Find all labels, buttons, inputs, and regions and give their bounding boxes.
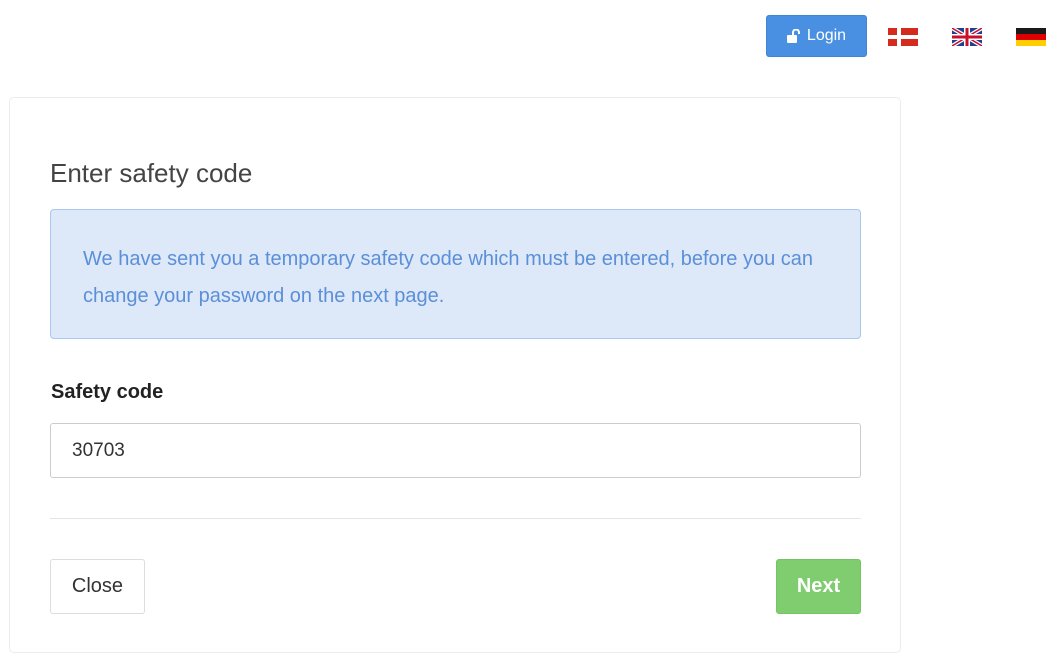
login-label: Login bbox=[806, 27, 847, 44]
unlock-icon bbox=[786, 29, 801, 43]
top-bar: Login bbox=[0, 15, 1049, 57]
flag-germany-icon[interactable] bbox=[1016, 28, 1046, 46]
info-alert: We have sent you a temporary safety code… bbox=[50, 209, 861, 339]
safety-code-label: Safety code bbox=[51, 381, 164, 403]
page-title: Enter safety code bbox=[50, 158, 253, 188]
login-button[interactable]: Login bbox=[766, 15, 867, 57]
close-button[interactable]: Close bbox=[50, 559, 145, 614]
safety-code-panel: Enter safety code We have sent you a tem… bbox=[9, 97, 901, 653]
flag-uk-icon[interactable] bbox=[952, 28, 982, 46]
safety-code-input[interactable] bbox=[50, 423, 861, 478]
next-button[interactable]: Next bbox=[776, 559, 861, 614]
flag-denmark-icon[interactable] bbox=[888, 28, 918, 46]
divider bbox=[50, 518, 861, 519]
